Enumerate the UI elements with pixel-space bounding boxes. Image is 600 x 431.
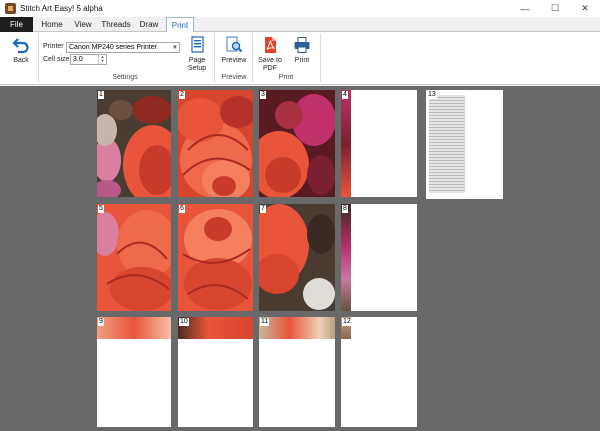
preview-label: Preview <box>221 57 247 64</box>
pdf-icon <box>261 36 279 54</box>
page-number: 7 <box>260 205 266 213</box>
tab-home[interactable]: Home <box>37 17 67 32</box>
rose-image-tile <box>97 90 171 197</box>
printer-select[interactable]: Canon MP240 series Printer ▼ <box>66 42 180 53</box>
window-title: Stitch Art Easy! 5 alpha <box>20 4 103 13</box>
minimize-button[interactable]: — <box>510 0 540 17</box>
printer-icon <box>293 36 311 54</box>
page-number: 6 <box>179 205 185 213</box>
page-number: 12 <box>342 318 352 326</box>
tab-threads[interactable]: Threads <box>100 17 132 32</box>
settings-group-label: Settings <box>112 74 138 81</box>
rose-image-tile <box>178 90 253 197</box>
save-to-pdf-button[interactable]: Save to PDF <box>256 36 284 73</box>
print-group-label: Print <box>278 74 294 81</box>
page-6[interactable]: 6 <box>178 204 253 311</box>
tab-draw[interactable]: Draw <box>136 17 162 32</box>
chevron-down-icon: ▼ <box>172 45 178 51</box>
menu-tab-row: File Home View Threads Draw Print <box>0 17 600 33</box>
page-1[interactable]: 1 <box>97 90 171 197</box>
print-preview-canvas[interactable]: 1 2 3 4 13 5 6 7 8 9 10 11 12 <box>0 86 600 431</box>
page-setup-button[interactable]: Page Setup <box>184 36 210 73</box>
tab-view[interactable]: View <box>70 17 96 32</box>
page-number: 5 <box>98 205 104 213</box>
page-number: 3 <box>260 91 266 99</box>
page-number: 8 <box>342 205 348 213</box>
file-menu-button[interactable]: File <box>0 17 33 32</box>
page-7[interactable]: 7 <box>259 204 335 311</box>
page-9[interactable]: 9 <box>97 317 171 427</box>
title-bar: Stitch Art Easy! 5 alpha — ☐ ✕ <box>0 0 600 17</box>
rose-image-strip <box>259 317 335 339</box>
cell-size-label: Cell size <box>43 56 70 63</box>
page-number: 11 <box>260 318 270 326</box>
page-setup-icon <box>188 36 206 54</box>
tab-print[interactable]: Print <box>166 17 194 33</box>
back-arrow-icon <box>12 36 30 54</box>
preview-button[interactable]: Preview <box>220 36 248 65</box>
cell-size-value: 3.0 <box>73 56 83 63</box>
page-2[interactable]: 2 <box>178 90 253 197</box>
rose-image-tile <box>178 204 253 311</box>
save-to-pdf-label: Save to PDF <box>258 57 282 72</box>
preview-group-label: Preview <box>221 74 247 81</box>
page-number: 13 <box>427 91 437 99</box>
magnifier-page-icon <box>225 36 243 54</box>
ribbon-toolbar: Back Printer Canon MP240 series Printer … <box>0 32 600 85</box>
ribbon-separator <box>320 34 321 82</box>
print-button[interactable]: Print <box>289 36 315 65</box>
page-11[interactable]: 11 <box>259 317 335 427</box>
rose-image-strip <box>178 317 253 339</box>
rose-image-strip <box>341 204 351 311</box>
rose-image-tile <box>97 204 171 311</box>
rose-image-strip <box>97 317 171 339</box>
ribbon-separator <box>252 34 253 82</box>
page-number: 4 <box>342 91 348 99</box>
maximize-button[interactable]: ☐ <box>540 0 570 17</box>
rose-image-strip <box>341 90 351 197</box>
ribbon-separator <box>38 34 39 82</box>
app-icon <box>5 3 16 14</box>
page-12[interactable]: 12 <box>341 317 417 427</box>
back-button[interactable]: Back <box>8 36 34 65</box>
page-13[interactable]: 13 <box>426 90 503 199</box>
close-button[interactable]: ✕ <box>570 0 600 17</box>
page-number: 1 <box>98 91 104 99</box>
page-number: 9 <box>98 318 104 326</box>
page-setup-label: Page Setup <box>187 57 207 72</box>
page-number: 10 <box>179 318 189 326</box>
print-label: Print <box>294 57 310 64</box>
window-controls: — ☐ ✕ <box>510 0 600 17</box>
page-3[interactable]: 3 <box>259 90 335 197</box>
spin-arrows-icon[interactable]: ▲ ▼ <box>98 55 106 64</box>
ribbon-separator <box>214 34 215 82</box>
rose-image-tile <box>259 204 335 311</box>
printer-label: Printer <box>43 43 64 50</box>
page-number: 2 <box>179 91 185 99</box>
page-4[interactable]: 4 <box>341 90 417 197</box>
page-8[interactable]: 8 <box>341 204 417 311</box>
back-label: Back <box>13 57 29 64</box>
cell-size-stepper[interactable]: 3.0 ▲ ▼ <box>70 54 107 65</box>
thread-legend-table <box>429 95 465 193</box>
page-10[interactable]: 10 <box>178 317 253 427</box>
printer-value: Canon MP240 series Printer <box>69 44 157 51</box>
rose-image-tile <box>259 90 335 197</box>
page-5[interactable]: 5 <box>97 204 171 311</box>
